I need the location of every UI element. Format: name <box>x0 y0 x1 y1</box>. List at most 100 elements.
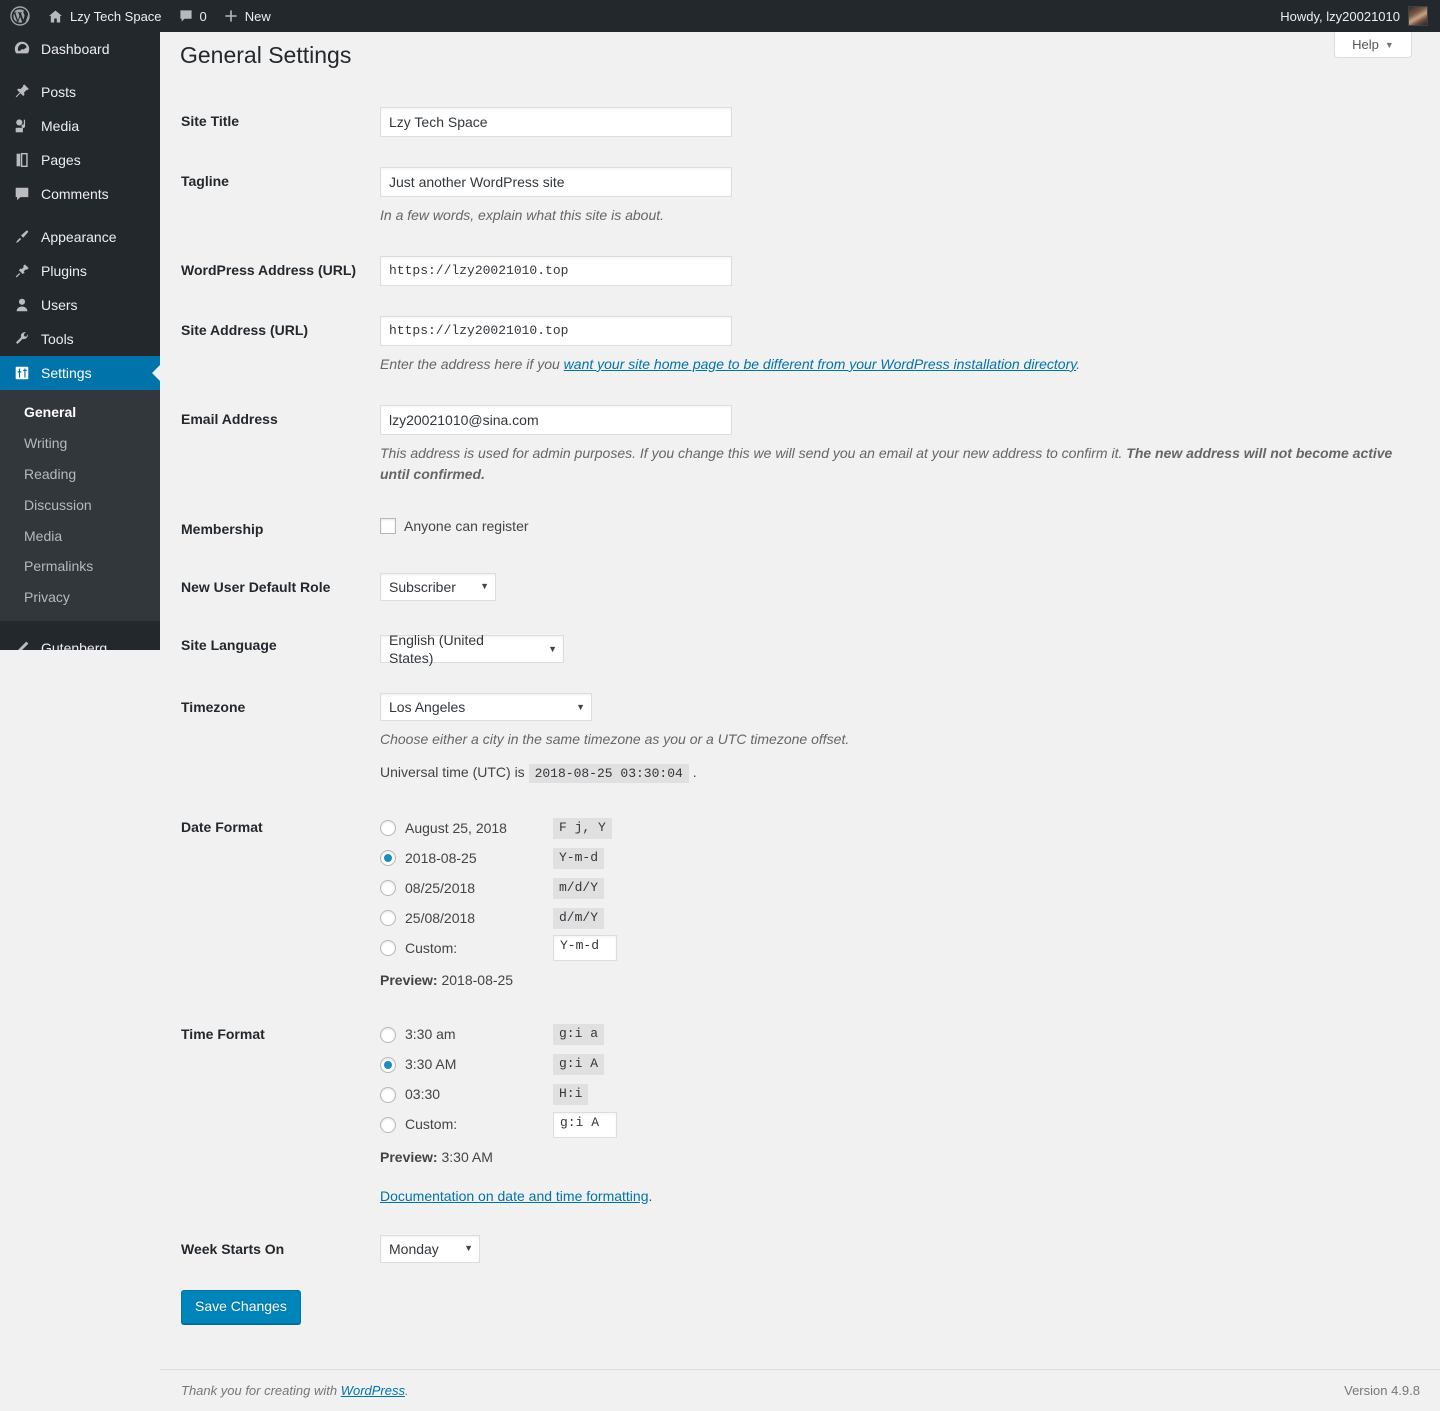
sidebar-subitem-writing[interactable]: Writing <box>0 428 160 459</box>
utc-suffix: . <box>692 764 697 781</box>
new-content-button[interactable]: New <box>215 0 279 32</box>
sidebar-item-dashboard[interactable]: Dashboard <box>0 32 160 66</box>
date-format-radio[interactable] <box>380 850 396 867</box>
chevron-down-icon: ▼ <box>480 581 489 592</box>
time-format-radio[interactable] <box>380 1026 396 1043</box>
my-account-menu[interactable]: Howdy, lzy20021010 <box>1280 6 1440 26</box>
sidebar-subitem-media[interactable]: Media <box>0 521 160 552</box>
date-format-custom-radio[interactable] <box>380 940 396 957</box>
wordpress-address-input[interactable]: https://lzy20021010.top <box>380 255 732 286</box>
sidebar-item-label: Gutenberg <box>41 640 108 650</box>
time-format-option[interactable]: 3:30 am g:i a <box>380 1020 1430 1050</box>
site-name-button[interactable]: Lzy Tech Space <box>39 0 170 32</box>
date-format-option[interactable]: 2018-08-25 Y-m-d <box>380 843 1430 873</box>
sidebar-subitem-permalinks[interactable]: Permalinks <box>0 551 160 582</box>
plus-icon <box>223 8 239 24</box>
menu-separator <box>0 211 160 220</box>
sidebar-item-users[interactable]: Users <box>0 288 160 322</box>
date-format-custom-option[interactable]: Custom: Y-m-d <box>380 933 1430 963</box>
time-format-radio[interactable] <box>380 1086 396 1103</box>
sidebar-bottom-section: Gutenberg <box>0 621 160 650</box>
comments-count: 0 <box>199 8 207 24</box>
sidebar-item-media[interactable]: Media <box>0 109 160 143</box>
sidebar-item-posts[interactable]: Posts <box>0 75 160 109</box>
sidebar-item-label: Dashboard <box>41 41 110 57</box>
wordpress-logo-button[interactable] <box>0 0 39 32</box>
form-row-site-address: Site Address (URL) https://lzy20021010.t… <box>160 301 1440 390</box>
sidebar-item-label: Pages <box>41 152 81 168</box>
date-format-code: d/m/Y <box>553 907 605 929</box>
date-format-radio[interactable] <box>380 910 396 927</box>
time-format-custom-input[interactable]: g:i A <box>553 1111 617 1138</box>
admin-footer: Thank you for creating with WordPress. V… <box>160 1369 1440 1411</box>
chevron-down-icon: ▼ <box>548 643 557 654</box>
time-format-radio[interactable] <box>380 1056 396 1073</box>
timezone-description: Choose either a city in the same timezon… <box>380 731 850 748</box>
installation-directory-link[interactable]: want your site home page to be different… <box>564 356 1077 372</box>
email-address-input[interactable]: lzy20021010@sina.com <box>380 404 732 435</box>
date-time-documentation-link[interactable]: Documentation on date and time formattin… <box>380 1187 649 1205</box>
date-format-radio[interactable] <box>380 880 396 897</box>
save-changes-button[interactable]: Save Changes <box>181 1290 301 1324</box>
date-preview-value: 2018-08-25 <box>441 972 514 989</box>
desc-text-normal: This address is used for admin purposes.… <box>380 444 1127 461</box>
date-format-option[interactable]: August 25, 2018 F j, Y <box>380 813 1430 843</box>
sidebar-subitem-general[interactable]: General <box>0 397 160 428</box>
settings-sliders-icon <box>12 363 32 383</box>
time-format-custom-radio[interactable] <box>380 1116 396 1133</box>
sidebar-item-label: Users <box>41 297 78 313</box>
site-language-select[interactable]: English (United States) ▼ <box>380 632 564 666</box>
date-format-option[interactable]: 25/08/2018 d/m/Y <box>380 903 1430 933</box>
anyone-can-register-checkbox[interactable] <box>380 517 396 534</box>
time-format-custom-option[interactable]: Custom: g:i A <box>380 1110 1430 1140</box>
sidebar-item-appearance[interactable]: Appearance <box>0 220 160 254</box>
form-row-email-address: Email Address lzy20021010@sina.com This … <box>160 390 1440 500</box>
form-row-time-format: Time Format 3:30 am g:i a 3:30 AM g:i A <box>160 1005 1440 1220</box>
site-address-input[interactable]: https://lzy20021010.top <box>380 315 732 346</box>
week-starts-on-select[interactable]: Monday ▼ <box>380 1234 480 1263</box>
doc-period: . <box>648 1187 653 1204</box>
site-title-input[interactable]: Lzy Tech Space <box>380 106 732 137</box>
sidebar-item-label: Settings <box>41 365 92 381</box>
sidebar-item-settings[interactable]: Settings <box>0 356 160 390</box>
date-format-radio[interactable] <box>380 820 396 837</box>
sidebar-item-gutenberg[interactable]: Gutenberg <box>0 631 160 650</box>
sidebar-item-label: Appearance <box>41 229 117 245</box>
utc-prefix: Universal time (UTC) is <box>380 764 525 781</box>
home-icon <box>47 8 64 25</box>
date-format-custom-input[interactable]: Y-m-d <box>553 935 617 962</box>
anyone-can-register-row[interactable]: Anyone can register <box>380 515 1430 535</box>
menu-separator <box>0 66 160 75</box>
admin-bar: Lzy Tech Space 0 New Howdy, lzy20021010 <box>0 0 1440 32</box>
time-format-option[interactable]: 03:30 H:i <box>380 1080 1430 1110</box>
sidebar-subitem-discussion[interactable]: Discussion <box>0 490 160 521</box>
date-preview-label: Preview: <box>380 972 438 989</box>
sidebar-subitem-reading[interactable]: Reading <box>0 459 160 490</box>
footer-thanks-post: . <box>405 1383 409 1398</box>
pencil-icon <box>12 638 32 650</box>
tagline-description: In a few words, explain what this site i… <box>380 206 665 223</box>
date-format-code: m/d/Y <box>553 877 605 899</box>
comments-button[interactable]: 0 <box>170 0 215 32</box>
form-row-week-starts-on: Week Starts On Monday ▼ <box>160 1220 1440 1278</box>
documentation-line: Documentation on date and time formattin… <box>380 1166 1430 1205</box>
default-role-select[interactable]: Subscriber ▼ <box>380 573 496 602</box>
date-format-option[interactable]: 08/25/2018 m/d/Y <box>380 873 1430 903</box>
timezone-select[interactable]: Los Angeles ▼ <box>380 693 592 722</box>
footer-thanks-pre: Thank you for creating with <box>181 1383 341 1398</box>
email-address-label: Email Address <box>181 410 278 427</box>
sidebar-item-plugins[interactable]: Plugins <box>0 254 160 288</box>
sidebar-item-tools[interactable]: Tools <box>0 322 160 356</box>
sidebar-item-pages[interactable]: Pages <box>0 143 160 177</box>
sidebar-item-comments[interactable]: Comments <box>0 177 160 211</box>
sidebar-subitem-privacy[interactable]: Privacy <box>0 582 160 613</box>
help-tab-button[interactable]: Help ▼ <box>1334 32 1412 58</box>
date-format-option-label: 2018-08-25 <box>405 850 477 867</box>
site-language-label: Site Language <box>181 637 277 654</box>
settings-submenu: General Writing Reading Discussion Media… <box>0 390 160 622</box>
time-format-option[interactable]: 3:30 AM g:i A <box>380 1050 1430 1080</box>
form-row-default-role: New User Default Role Subscriber ▼ <box>160 558 1440 616</box>
date-format-option-label: August 25, 2018 <box>405 820 507 837</box>
wordpress-link[interactable]: WordPress <box>341 1383 405 1398</box>
tagline-input[interactable]: Just another WordPress site <box>380 166 732 197</box>
